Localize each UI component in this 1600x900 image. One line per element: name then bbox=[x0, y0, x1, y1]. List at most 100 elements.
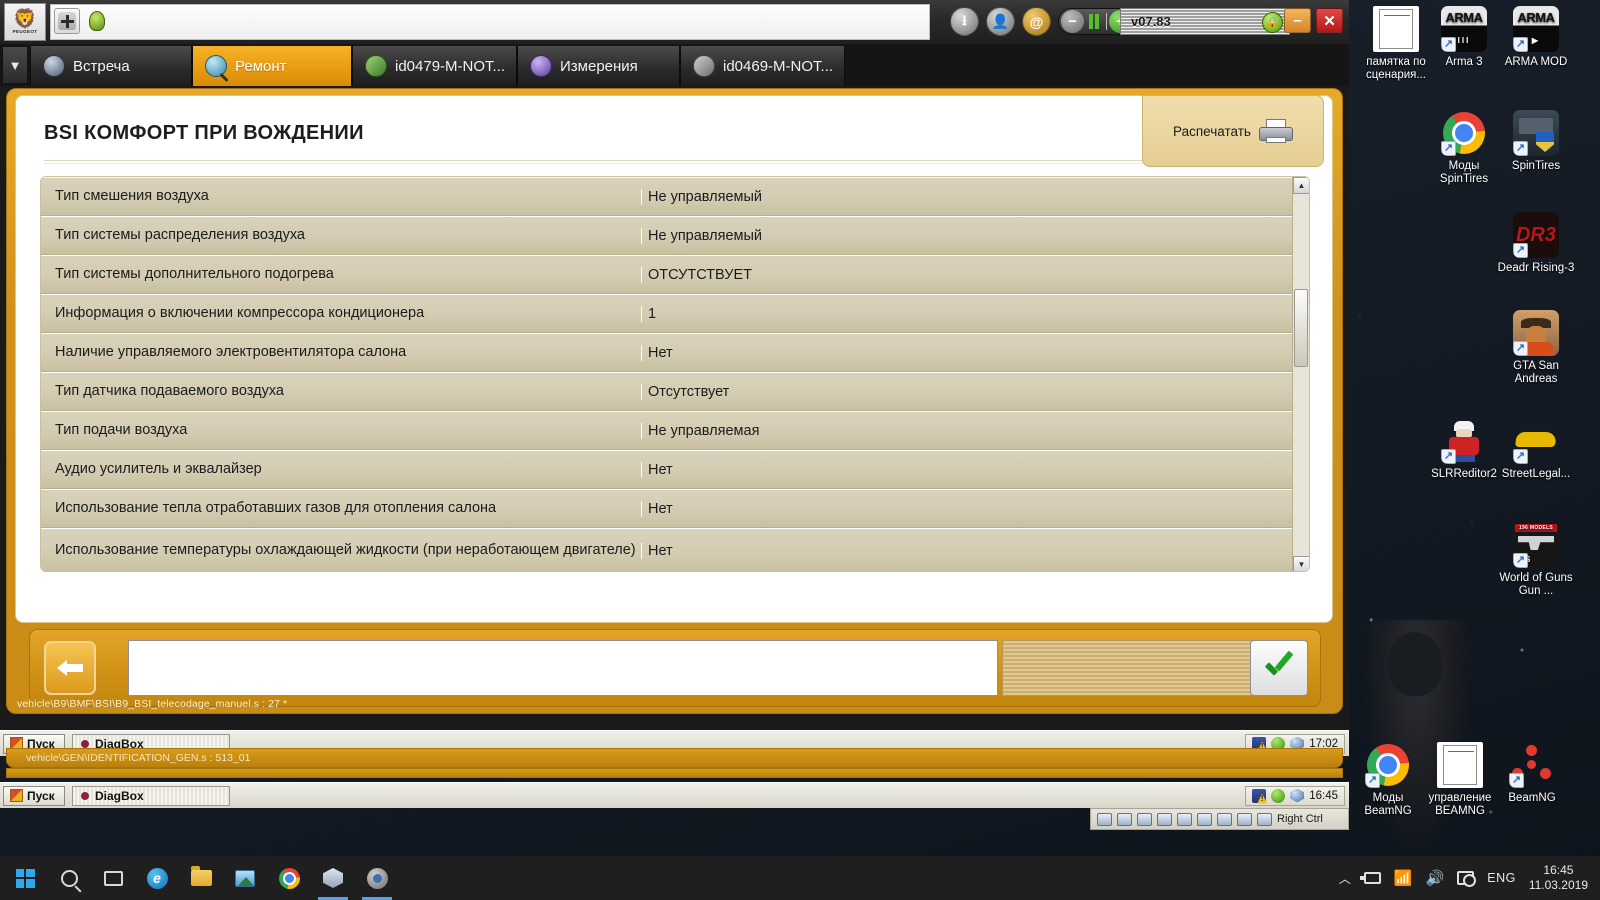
row-label: Тип смешения воздуха bbox=[55, 188, 209, 204]
language-indicator[interactable]: ENG bbox=[1487, 871, 1516, 885]
vm-network-icon[interactable] bbox=[1117, 812, 1132, 826]
show-hidden-icons-button[interactable]: ︿ bbox=[1339, 870, 1351, 887]
download-icon[interactable]: ⭳ bbox=[950, 7, 979, 36]
row-label: Использование тепла отработавших газов д… bbox=[55, 500, 497, 516]
scroll-up-button[interactable]: ▲ bbox=[1293, 177, 1309, 194]
entry-bar bbox=[29, 629, 1321, 707]
photos-button[interactable] bbox=[224, 856, 266, 900]
user-icon[interactable]: 👤 bbox=[986, 7, 1015, 36]
tab-vstrecha[interactable]: Встреча bbox=[30, 46, 192, 86]
edge-button[interactable] bbox=[136, 856, 178, 900]
desktop-icon-upravlenie-beamng[interactable]: управление BEAMNG bbox=[1420, 742, 1500, 818]
desktop-icon-mody-spintires[interactable]: ↗ Моды SpinTires bbox=[1424, 110, 1504, 186]
value-input[interactable] bbox=[128, 640, 998, 696]
printer-icon bbox=[1258, 119, 1293, 143]
desktop-icon-beamng[interactable]: ↗ BeamNG bbox=[1492, 742, 1572, 805]
zoom-out-button[interactable]: − bbox=[1061, 10, 1084, 33]
info-bulb-button[interactable] bbox=[84, 8, 110, 34]
parameters-list[interactable]: Тип смешения воздуха Не управляемый Тип … bbox=[40, 176, 1310, 572]
vm-disk-icon[interactable] bbox=[1097, 812, 1112, 826]
tabs-dropdown-button[interactable]: ▼ bbox=[2, 46, 28, 84]
network-warning-icon[interactable] bbox=[1252, 788, 1267, 803]
table-row[interactable]: Информация о включении компрессора конди… bbox=[41, 294, 1309, 333]
wallpaper-figure bbox=[1362, 620, 1472, 860]
print-button[interactable]: Распечатать bbox=[1142, 95, 1324, 167]
tab-id0479[interactable]: id0479-M-NOT... bbox=[352, 46, 517, 86]
vm-printer-icon[interactable] bbox=[1197, 812, 1212, 826]
xp-tray-2[interactable]: 16:45 bbox=[1245, 785, 1345, 806]
vm-status-strip: Right Ctrl bbox=[1090, 808, 1349, 830]
desktop-icon-label: Arma 3 bbox=[1445, 56, 1483, 68]
tab-id0469[interactable]: id0469-M-NOT... bbox=[680, 46, 845, 86]
minimize-button[interactable]: – bbox=[1284, 8, 1311, 33]
desktop-icon-spintires[interactable]: ↗ SpinTires bbox=[1496, 110, 1576, 173]
note-grey-icon bbox=[693, 55, 715, 77]
vmware-button[interactable] bbox=[356, 856, 398, 900]
cube-app-button[interactable] bbox=[312, 856, 354, 900]
bulb-icon bbox=[89, 11, 105, 31]
vm-folder-icon[interactable] bbox=[1157, 812, 1172, 826]
table-row[interactable]: Использование температуры охлаждающей жи… bbox=[41, 528, 1309, 571]
vm-icon bbox=[366, 867, 388, 889]
app-tray-icon[interactable] bbox=[1290, 788, 1305, 803]
street-legal-icon: ↗ bbox=[1513, 418, 1559, 464]
photo-icon bbox=[235, 869, 255, 887]
table-row[interactable]: Тип системы дополнительного подогрева ОТ… bbox=[41, 255, 1309, 294]
desktop-icon-arma3[interactable]: ARMA III ↗ Arma 3 bbox=[1424, 6, 1504, 69]
check-icon bbox=[1264, 657, 1294, 679]
chrome-shortcut-icon: ↗ bbox=[1441, 110, 1487, 156]
table-row[interactable]: Использование тепла отработавших газов д… bbox=[41, 489, 1309, 528]
start-button[interactable] bbox=[4, 856, 46, 900]
chrome-button[interactable] bbox=[268, 856, 310, 900]
table-row[interactable]: Тип подачи воздуха Не управляемая bbox=[41, 411, 1309, 450]
volume-icon[interactable]: 🔊 bbox=[1426, 869, 1445, 887]
vm-display-icon[interactable] bbox=[1177, 812, 1192, 826]
page-title: BSI КОМФОРТ ПРИ ВОЖДЕНИИ bbox=[44, 122, 364, 144]
tab-label: id0469-M-NOT... bbox=[723, 57, 834, 75]
confirm-button[interactable] bbox=[1250, 640, 1308, 696]
table-row[interactable]: Аудио усилитель и эквалайзер Нет bbox=[41, 450, 1309, 489]
wifi-icon[interactable]: 📶 bbox=[1394, 869, 1413, 887]
xp-start-button-2[interactable]: Пуск bbox=[3, 785, 65, 806]
scroll-down-button[interactable]: ▼ bbox=[1293, 556, 1309, 571]
task-view-button[interactable] bbox=[92, 856, 134, 900]
search-button[interactable] bbox=[48, 856, 90, 900]
back-button[interactable] bbox=[44, 641, 96, 695]
desktop-icon-street-legal[interactable]: ↗ StreetLegal... bbox=[1496, 418, 1576, 481]
back-arrow-icon bbox=[57, 660, 83, 676]
row-value: Не управляемая bbox=[641, 422, 1309, 439]
clock[interactable]: 16:45 11.03.2019 bbox=[1529, 863, 1588, 893]
table-row[interactable]: Наличие управляемого электровентилятора … bbox=[41, 333, 1309, 372]
usb-icon[interactable] bbox=[1359, 872, 1381, 884]
table-row[interactable]: Тип смешения воздуха Не управляемый bbox=[41, 177, 1309, 216]
file-explorer-button[interactable] bbox=[180, 856, 222, 900]
vm-sound-icon[interactable] bbox=[1217, 812, 1232, 826]
vm-mouse-icon[interactable] bbox=[1257, 812, 1272, 826]
desktop-icon-world-of-guns[interactable]: 196 MODELSINS↗ World of Guns Gun ... bbox=[1496, 522, 1576, 598]
desktop-icon-gta-san-andreas[interactable]: ↗ GTA San Andreas bbox=[1496, 310, 1576, 386]
tab-remont[interactable]: Ремонт bbox=[192, 46, 352, 86]
desktop-icon-slrreditor2[interactable]: ↗ SLRReditor2 bbox=[1424, 418, 1504, 481]
chrome-icon bbox=[278, 867, 300, 889]
at-icon[interactable]: @ bbox=[1022, 7, 1051, 36]
vm-cd-icon[interactable] bbox=[1237, 812, 1252, 826]
desktop-icon-mody-beamng[interactable]: ↗ Моды BeamNG bbox=[1348, 742, 1428, 818]
table-row[interactable]: Тип системы распределения воздуха Не упр… bbox=[41, 216, 1309, 255]
status-ok-icon[interactable] bbox=[1271, 788, 1286, 803]
desktop-icon-arma-mod[interactable]: ARMA ▶ ↗ ARMA MOD bbox=[1496, 6, 1576, 69]
vm-usb-icon[interactable] bbox=[1137, 812, 1152, 826]
list-scrollbar[interactable]: ▲ ▼ bbox=[1292, 177, 1309, 571]
xp-task-diagbox-2[interactable]: DiagBox bbox=[72, 785, 230, 806]
tab-izmereniya[interactable]: Измерения bbox=[517, 46, 680, 86]
desktop-icon-label: Моды BeamNG bbox=[1364, 792, 1412, 817]
row-value: Нет bbox=[641, 461, 1309, 478]
world-of-guns-icon: 196 MODELSINS↗ bbox=[1513, 522, 1559, 568]
action-center-icon[interactable] bbox=[1457, 871, 1477, 887]
desktop-icon-dead-rising-3[interactable]: DR3 ↗ Deadr Rising-3 bbox=[1496, 212, 1576, 275]
scrollbar-thumb[interactable] bbox=[1294, 289, 1308, 367]
clock-time: 16:45 bbox=[1543, 863, 1574, 877]
add-button[interactable] bbox=[54, 8, 80, 34]
table-row[interactable]: Тип датчика подаваемого воздуха Отсутств… bbox=[41, 372, 1309, 411]
close-button[interactable]: ✕ bbox=[1316, 8, 1343, 33]
waveform-icon bbox=[530, 55, 552, 77]
